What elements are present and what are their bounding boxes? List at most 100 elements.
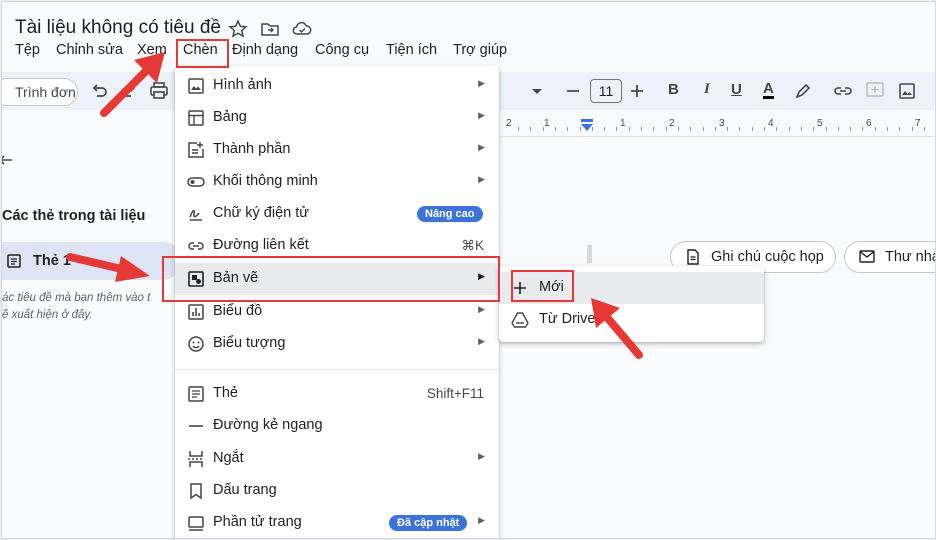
menu-item-image[interactable]: Hình ảnh ▶ [175,70,499,102]
ruler-tick [838,127,839,131]
menu-item-label: Bảng [213,109,247,125]
menu-item-table[interactable]: Bảng ▶ [175,102,499,134]
text-color-button[interactable]: A [763,81,774,99]
menu-item-bookmark[interactable]: Dấu trang [175,475,499,507]
ruler-tick [899,127,900,131]
ruler-tick [616,127,617,131]
menu-item-label: Biểu tượng [213,335,286,351]
ruler-tick [850,127,851,131]
drive-icon [511,312,529,328]
menu-item-label: Thành phần [213,141,291,157]
document-title[interactable]: Tài liệu không có tiêu đề [15,17,221,39]
font-dropdown-chevron-icon[interactable] [526,80,548,102]
horizontal-ruler[interactable]: 2 1 1 2 3 4 5 6 7 [500,114,935,137]
ruler-number: 7 [915,118,921,129]
menu-edit[interactable]: Chỉnh sửa [56,42,123,58]
ruler-tick [862,127,863,131]
italic-button[interactable]: I [704,81,710,98]
sidebar-tab-label: Thẻ 1 [33,253,71,269]
menu-item-esignature[interactable]: Chữ ký điện tử Nâng cao [175,198,499,230]
print-icon[interactable] [148,80,170,102]
menu-item-tab[interactable]: Thẻ Shift+F11 [175,378,499,410]
menu-item-horizontal-line[interactable]: Đường kẻ ngang [175,410,499,442]
meeting-notes-label: Ghi chú cuộc họp [711,249,824,265]
building-blocks-icon [188,142,204,158]
document-icon [687,249,699,265]
ruler-tick [592,127,593,131]
menu-view[interactable]: Xem [137,42,167,58]
menu-item-building-blocks[interactable]: Thành phần ▶ [175,134,499,166]
submenu-arrow-icon: ▶ [478,142,485,152]
ruler-tick [530,127,531,131]
menu-divider [175,369,499,370]
menu-file[interactable]: Tệp [15,42,40,58]
ruler-tick [567,127,568,131]
undo-icon[interactable] [88,80,110,102]
menu-item-drawing[interactable]: Bản vẽ ▶ [175,263,499,295]
move-to-folder-icon[interactable] [260,19,280,39]
menu-item-link[interactable]: Đường liên kết ⌘K [175,230,499,262]
increase-font-size-icon[interactable] [626,80,648,102]
ruler-number: 6 [866,118,872,129]
menu-insert[interactable]: Chèn [183,42,218,58]
submenu-item-label: Từ Drive [539,311,596,327]
ruler-number: 1 [544,118,550,129]
ruler-tick [666,127,667,131]
docs-window: Tài liệu không có tiêu đề Tệp Chỉnh sửa … [1,1,936,539]
ruler-number: 3 [719,118,725,129]
sidebar-hint-line-2: ẽ xuất hiện ở đây. [2,309,93,321]
menu-item-smart-chips[interactable]: Khối thông minh ▶ [175,166,499,198]
menu-help[interactable]: Trợ giúp [453,42,507,58]
menu-item-label: Phần tử trang [213,514,302,530]
cloud-saved-icon[interactable] [292,19,312,39]
ruler-tick [875,127,876,131]
image-icon [188,78,204,94]
sidebar-tab-item[interactable]: Thẻ 1 [2,242,182,280]
redo-icon[interactable] [118,80,140,102]
email-draft-label: Thư nhá [885,249,936,265]
ruler-tick [653,127,654,131]
menu-bar: Tệp Chỉnh sửa Xem Chèn Định dạng Công cụ… [2,42,935,62]
drawing-submenu: Mới Từ Drive [499,266,764,342]
bold-button[interactable]: B [668,81,679,98]
menu-format[interactable]: Định dạng [232,42,298,58]
menu-item-emoji[interactable]: Biểu tượng ▶ [175,328,499,360]
menu-item-label: Chữ ký điện tử [213,205,309,221]
font-size-input[interactable]: 11 [590,79,622,103]
underline-button[interactable]: U [731,81,742,98]
email-draft-chip[interactable]: Thư nhá [844,241,936,273]
ruler-tick [924,127,925,131]
insert-link-icon[interactable] [832,80,854,102]
ruler-number: 2 [669,118,675,129]
ruler-tick [604,127,605,131]
ruler-tick [826,127,827,131]
break-icon [188,451,203,467]
insert-menu: Hình ảnh ▶ Bảng ▶ Thành phần ▶ Khối thôn… [175,66,499,538]
ruler-number: 2 [506,118,512,129]
menu-item-page-elements[interactable]: Phần tử trang Đã cập nhật ▶ [175,507,499,538]
page-elements-icon [188,516,204,531]
menu-extensions[interactable]: Tiện ích [386,42,437,58]
submenu-arrow-icon: ▶ [478,515,485,525]
submenu-item-from-drive[interactable]: Từ Drive [499,304,764,336]
submenu-item-new[interactable]: Mới [499,272,764,304]
search-menus-input[interactable]: Trình đơn [2,78,78,106]
doc-tab-icon [188,386,204,402]
insert-image-icon[interactable] [896,80,918,102]
submenu-arrow-icon: ▶ [478,336,485,346]
menu-item-break[interactable]: Ngắt ▶ [175,443,499,475]
keyboard-shortcut: ⌘K [461,238,484,253]
menu-item-label: Thẻ [213,385,238,401]
ruler-tick [764,127,765,131]
menu-item-chart[interactable]: Biểu đồ ▶ [175,296,499,328]
star-icon[interactable] [228,19,248,39]
collapse-sidebar-icon[interactable] [1,152,14,168]
decrease-font-size-icon[interactable] [562,80,584,102]
add-comment-icon[interactable] [864,80,886,102]
menu-tools[interactable]: Công cụ [315,42,369,58]
ruler-tick [912,127,913,131]
premium-badge: Nâng cao [417,206,483,222]
drawing-icon [188,271,204,287]
sidebar-hint-line-1: ác tiêu đề mà bạn thêm vào t [2,292,151,304]
highlight-pen-icon[interactable] [792,80,814,102]
